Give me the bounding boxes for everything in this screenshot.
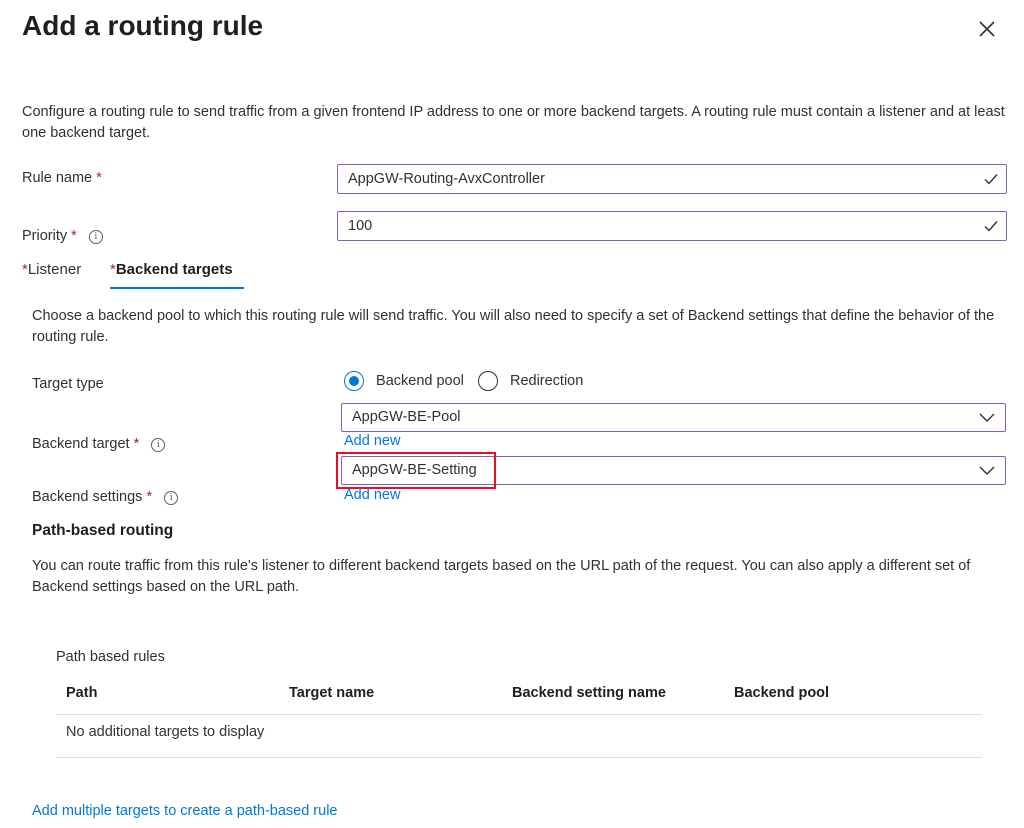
column-header-target-name: Target name	[289, 685, 375, 701]
backend-target-label: Backend target * i	[32, 436, 166, 452]
priority-input[interactable]: 100	[337, 211, 1007, 241]
divider	[56, 757, 982, 758]
path-routing-heading: Path-based routing	[32, 522, 174, 539]
tab-backend-targets[interactable]: *Backend targets	[110, 261, 233, 278]
target-type-label: Target type	[32, 376, 104, 392]
column-header-path: Path	[66, 685, 98, 701]
backend-target-value: AppGW-BE-Pool	[352, 409, 461, 425]
column-header-backend-pool: Backend pool	[734, 685, 830, 701]
rule-name-label-text: Rule name	[22, 170, 93, 186]
priority-label: Priority * i	[22, 228, 103, 244]
active-tab-indicator	[110, 287, 244, 289]
required-mark: *	[71, 228, 77, 244]
backend-target-add-new-link[interactable]: Add new	[344, 433, 400, 449]
required-mark: *	[133, 436, 140, 452]
radio-backend-pool-label[interactable]: Backend pool	[376, 373, 464, 389]
table-header-row: Path Target name Backend setting name Ba…	[56, 676, 982, 714]
highlight-box	[336, 452, 496, 489]
add-multiple-targets-link[interactable]: Add multiple targets to create a path-ba…	[32, 803, 337, 819]
page-description: Configure a routing rule to send traffic…	[22, 104, 1005, 141]
info-icon[interactable]: i	[151, 438, 166, 452]
tab-listener[interactable]: *Listener	[22, 261, 81, 278]
priority-label-text: Priority	[22, 228, 68, 244]
backend-settings-label-text: Backend settings	[32, 489, 143, 505]
chevron-down-icon	[979, 413, 995, 422]
backend-description: Choose a backend pool to which this rout…	[32, 308, 995, 345]
radio-redirection-label[interactable]: Redirection	[510, 373, 583, 389]
radio-backend-pool[interactable]	[344, 371, 364, 391]
checkmark-icon	[984, 221, 998, 232]
target-type-radio-group: Backend pool Redirection	[344, 371, 583, 391]
backend-settings-label: Backend settings * i	[32, 489, 179, 505]
column-header-backend-setting-name: Backend setting name	[512, 685, 666, 701]
chevron-down-icon	[979, 466, 995, 475]
priority-value: 100	[348, 218, 373, 234]
page-title: Add a routing rule	[22, 10, 264, 41]
backend-settings-add-new-link[interactable]: Add new	[344, 487, 400, 503]
empty-state-text: No additional targets to display	[66, 724, 265, 740]
backend-target-label-text: Backend target	[32, 436, 130, 452]
path-routing-description: You can route traffic from this rule's l…	[32, 558, 971, 595]
info-icon[interactable]: i	[88, 230, 103, 244]
radio-redirection[interactable]	[477, 371, 498, 391]
table-row: No additional targets to display	[56, 715, 982, 757]
rule-name-label: Rule name *	[22, 170, 102, 186]
close-icon[interactable]	[976, 18, 998, 40]
tab-listener-label: Listener	[27, 261, 82, 278]
backend-target-select[interactable]: AppGW-BE-Pool	[341, 403, 1006, 432]
path-rules-table-title: Path based rules	[56, 649, 165, 665]
rule-name-input[interactable]: AppGW-Routing-AvxController	[337, 164, 1007, 194]
tab-backend-targets-label: Backend targets	[115, 261, 233, 278]
path-rules-table: Path Target name Backend setting name Ba…	[56, 676, 982, 758]
required-mark: *	[96, 170, 102, 186]
rule-name-value: AppGW-Routing-AvxController	[348, 171, 545, 187]
required-mark: *	[146, 489, 153, 505]
checkmark-icon	[984, 174, 998, 185]
info-icon[interactable]: i	[164, 491, 179, 505]
